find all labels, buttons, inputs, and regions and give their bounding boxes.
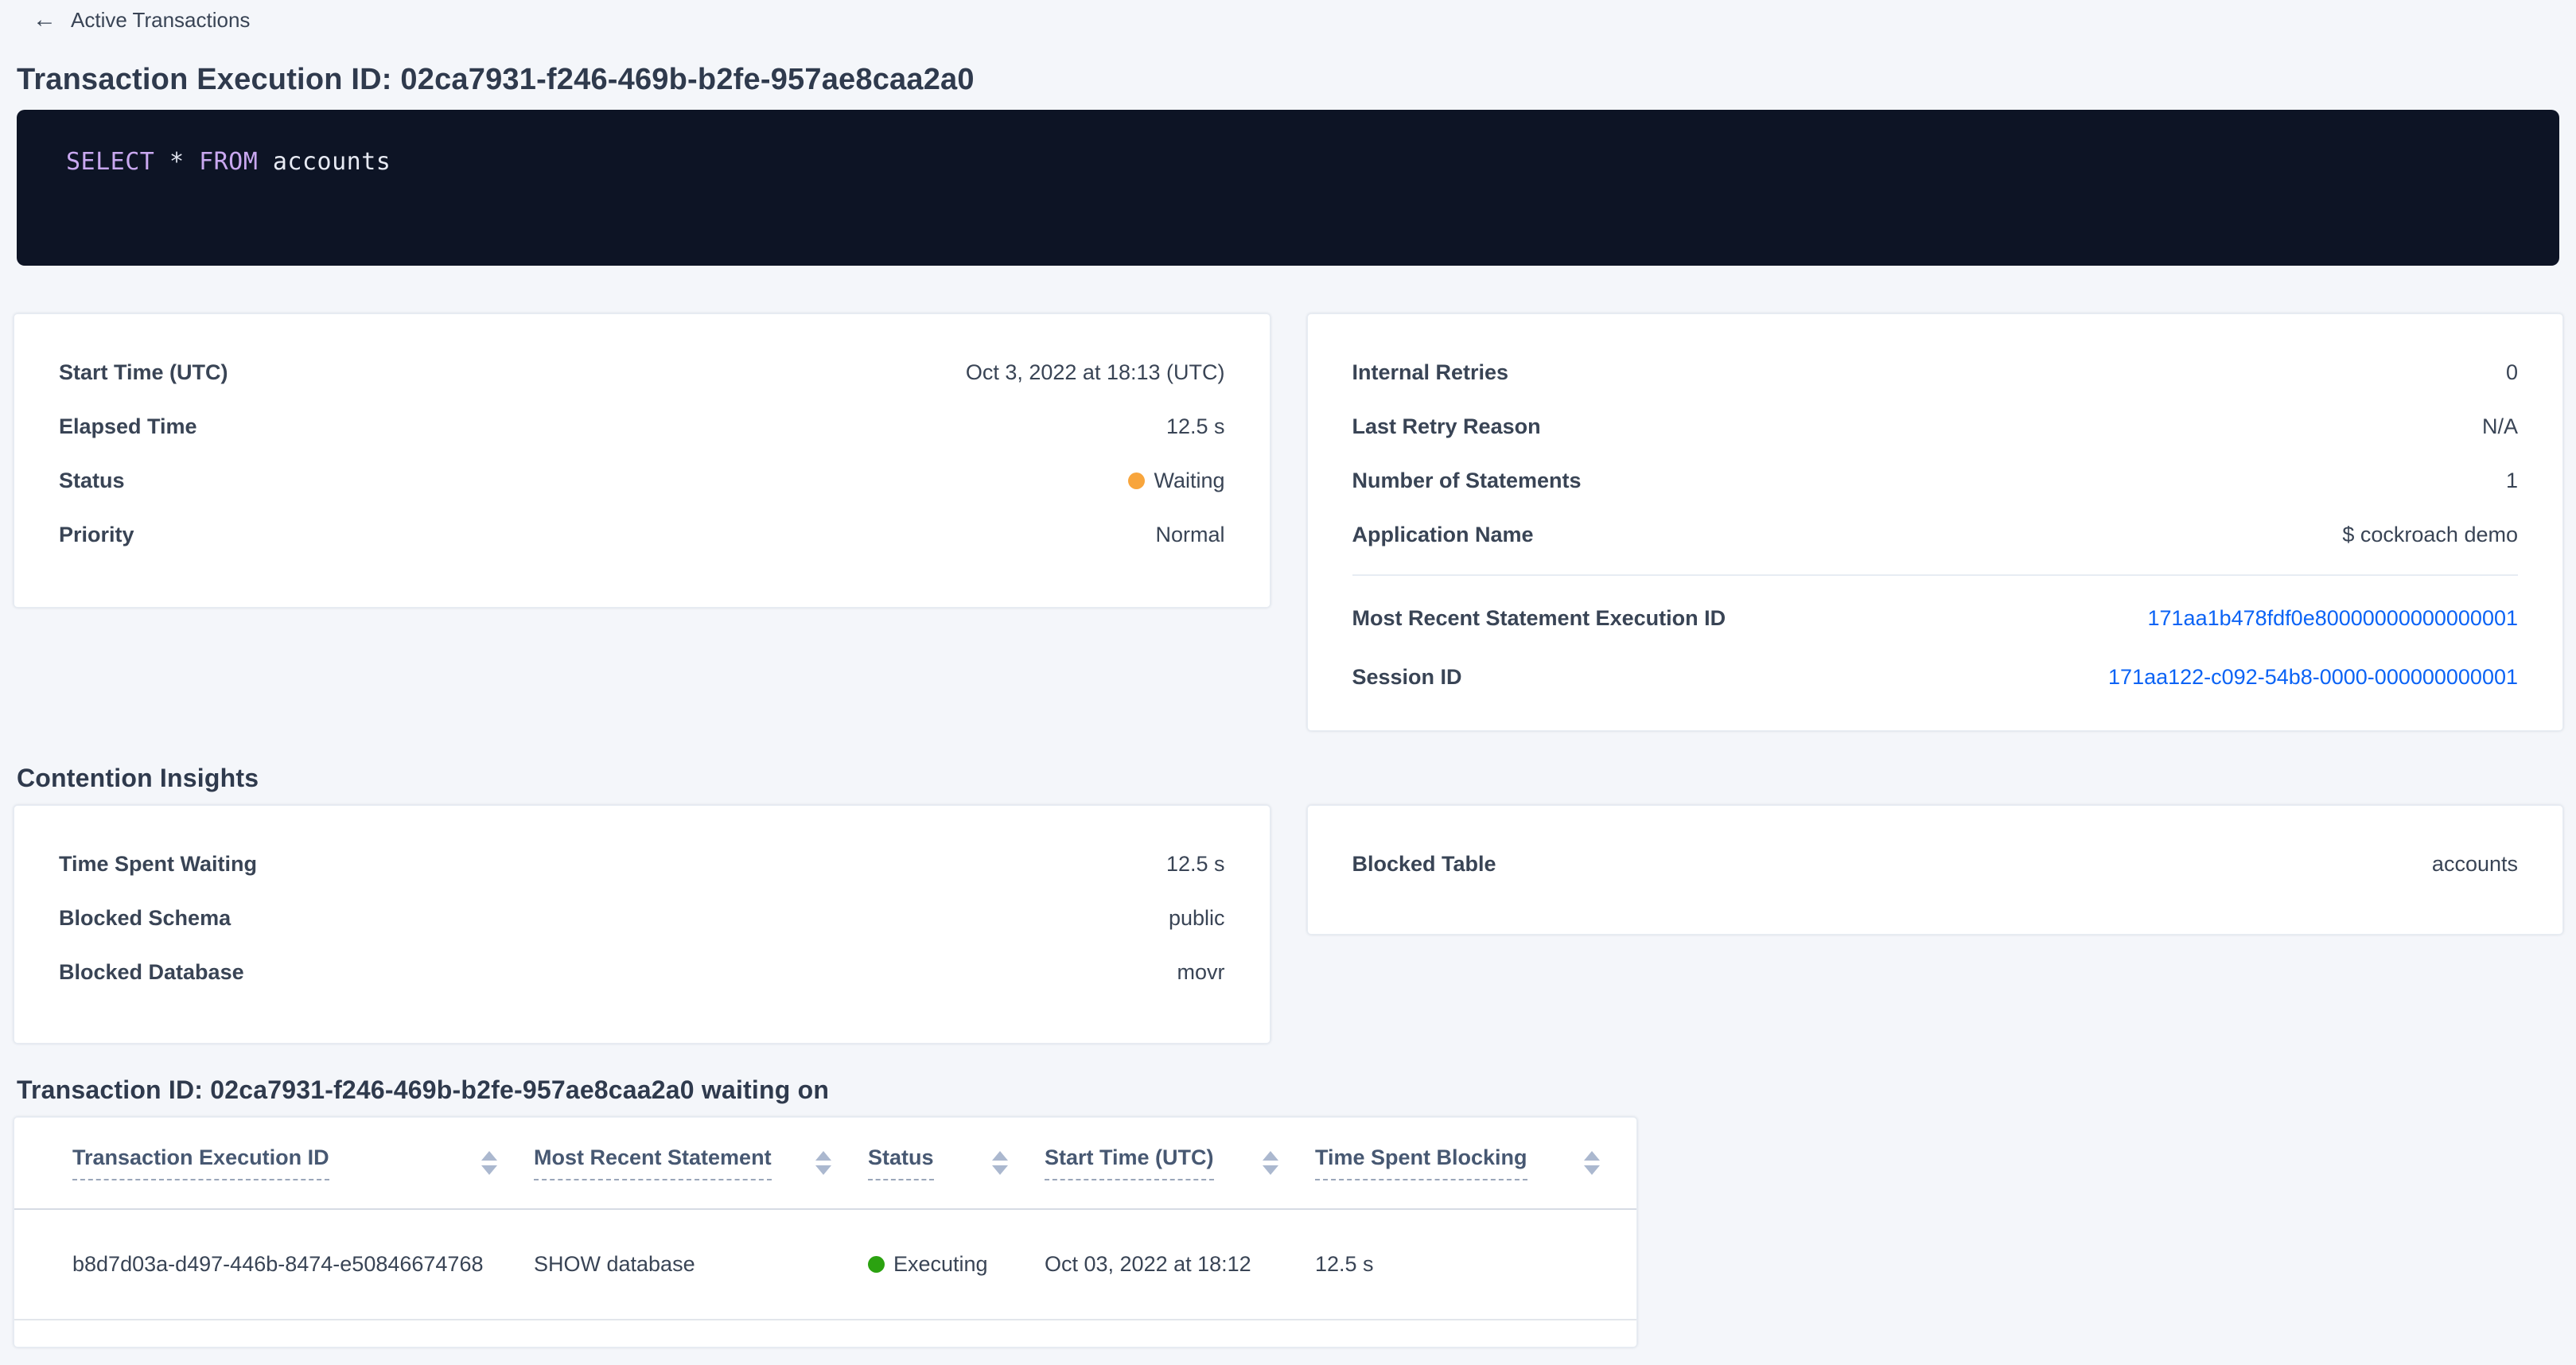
time-spent-waiting-label: Time Spent Waiting xyxy=(59,852,257,877)
blocked-schema-label: Blocked Schema xyxy=(59,906,231,931)
row-session-id: Session ID 171aa122-c092-54b8-0000-00000… xyxy=(1352,648,2519,706)
table-row: b8d7d03a-d497-446b-8474-e50846674768 SHO… xyxy=(14,1209,1636,1320)
sql-star-operator: * xyxy=(169,148,185,176)
row-blocked-table: Blocked Table accounts xyxy=(1352,837,2519,891)
sql-keyword-select: SELECT xyxy=(66,148,154,176)
contention-right-card: Blocked Table accounts xyxy=(1307,805,2564,935)
cell-status-value: Executing xyxy=(893,1252,988,1277)
transaction-details-card: Internal Retries 0 Last Retry Reason N/A… xyxy=(1307,313,2564,731)
summary-cards-row: Start Time (UTC) Oct 3, 2022 at 18:13 (U… xyxy=(14,313,2563,731)
last-retry-reason-value: N/A xyxy=(2482,414,2518,439)
session-id-label: Session ID xyxy=(1352,665,1462,690)
waiting-on-table: Transaction Execution ID Most Recent Sta… xyxy=(14,1118,1636,1320)
blocked-database-label: Blocked Database xyxy=(59,960,244,985)
page-title: Transaction Execution ID: 02ca7931-f246-… xyxy=(17,62,2563,97)
status-badge: Waiting xyxy=(1128,469,1224,493)
row-application-name: Application Name $ cockroach demo xyxy=(1352,508,2519,562)
row-blocked-database: Blocked Database movr xyxy=(59,945,1225,999)
row-most-recent-statement-execution-id: Most Recent Statement Execution ID 171aa… xyxy=(1352,589,2519,648)
waiting-status-dot-icon xyxy=(1128,472,1145,489)
number-of-statements-label: Number of Statements xyxy=(1352,469,1582,493)
session-id-link[interactable]: 171aa122-c092-54b8-0000-000000000001 xyxy=(2108,665,2518,690)
last-retry-reason-label: Last Retry Reason xyxy=(1352,414,1541,439)
col-header-start-time[interactable]: Start Time (UTC) xyxy=(1045,1118,1315,1209)
row-blocked-schema: Blocked Schema public xyxy=(59,891,1225,945)
contention-left-card: Time Spent Waiting 12.5 s Blocked Schema… xyxy=(14,805,1270,1044)
row-start-time: Start Time (UTC) Oct 3, 2022 at 18:13 (U… xyxy=(59,345,1225,399)
back-arrow-icon: ← xyxy=(33,8,56,32)
application-name-value: $ cockroach demo xyxy=(2342,523,2518,547)
blocked-schema-value: public xyxy=(1169,906,1225,931)
cell-transaction-execution-id: b8d7d03a-d497-446b-8474-e50846674768 xyxy=(14,1209,534,1320)
application-name-label: Application Name xyxy=(1352,523,1534,547)
card-divider xyxy=(1352,574,2519,576)
blocked-table-label: Blocked Table xyxy=(1352,852,1496,877)
status-label: Status xyxy=(59,469,125,493)
time-spent-waiting-value: 12.5 s xyxy=(1166,852,1225,877)
executing-status-dot-icon xyxy=(868,1256,885,1273)
sort-icon[interactable] xyxy=(1584,1151,1600,1175)
elapsed-time-label: Elapsed Time xyxy=(59,414,197,439)
row-last-retry-reason: Last Retry Reason N/A xyxy=(1352,399,2519,453)
cell-time-spent-blocking: 12.5 s xyxy=(1315,1209,1636,1320)
internal-retries-value: 0 xyxy=(2506,360,2518,385)
contention-insights-heading: Contention Insights xyxy=(17,762,2563,794)
row-status: Status Waiting xyxy=(59,453,1225,508)
sort-icon[interactable] xyxy=(1263,1151,1278,1175)
col-label-most-recent-statement: Most Recent Statement xyxy=(534,1145,772,1180)
sort-icon[interactable] xyxy=(481,1151,497,1175)
waiting-on-heading: Transaction ID: 02ca7931-f246-469b-b2fe-… xyxy=(17,1074,2563,1106)
statement-execution-id-link[interactable]: 171aa1b478fdf0e80000000000000001 xyxy=(2148,606,2519,631)
col-header-most-recent-statement[interactable]: Most Recent Statement xyxy=(534,1118,868,1209)
sql-keyword-from: FROM xyxy=(199,148,258,176)
sort-icon[interactable] xyxy=(815,1151,831,1175)
col-label-transaction-execution-id: Transaction Execution ID xyxy=(72,1145,329,1180)
row-priority: Priority Normal xyxy=(59,508,1225,562)
cell-start-time: Oct 03, 2022 at 18:12 xyxy=(1045,1209,1315,1320)
col-header-transaction-execution-id[interactable]: Transaction Execution ID xyxy=(14,1118,534,1209)
transaction-summary-card: Start Time (UTC) Oct 3, 2022 at 18:13 (U… xyxy=(14,313,1270,608)
col-header-time-spent-blocking[interactable]: Time Spent Blocking xyxy=(1315,1118,1636,1209)
status-value: Waiting xyxy=(1154,469,1224,493)
internal-retries-label: Internal Retries xyxy=(1352,360,1509,385)
col-label-status: Status xyxy=(868,1145,934,1180)
table-header-row: Transaction Execution ID Most Recent Sta… xyxy=(14,1118,1636,1209)
priority-label: Priority xyxy=(59,523,134,547)
start-time-label: Start Time (UTC) xyxy=(59,360,228,385)
back-label: Active Transactions xyxy=(71,8,250,33)
number-of-statements-value: 1 xyxy=(2506,469,2518,493)
col-header-status[interactable]: Status xyxy=(868,1118,1045,1209)
waiting-on-table-card: Transaction Execution ID Most Recent Sta… xyxy=(14,1117,1637,1348)
cell-status: Executing xyxy=(868,1209,1045,1320)
sql-statement-box: SELECT * FROM accounts xyxy=(17,110,2559,266)
row-internal-retries: Internal Retries 0 xyxy=(1352,345,2519,399)
elapsed-time-value: 12.5 s xyxy=(1166,414,1225,439)
start-time-value: Oct 3, 2022 at 18:13 (UTC) xyxy=(966,360,1225,385)
priority-value: Normal xyxy=(1155,523,1224,547)
row-time-spent-waiting: Time Spent Waiting 12.5 s xyxy=(59,837,1225,891)
col-label-start-time: Start Time (UTC) xyxy=(1045,1145,1214,1180)
col-label-time-spent-blocking: Time Spent Blocking xyxy=(1315,1145,1527,1180)
sort-icon[interactable] xyxy=(992,1151,1008,1175)
statement-execution-id-label: Most Recent Statement Execution ID xyxy=(1352,606,1726,631)
cell-most-recent-statement: SHOW database xyxy=(534,1209,868,1320)
contention-cards-row: Time Spent Waiting 12.5 s Blocked Schema… xyxy=(14,805,2563,1044)
blocked-database-value: movr xyxy=(1177,960,1225,985)
back-link[interactable]: ← Active Transactions xyxy=(33,6,2563,33)
row-elapsed-time: Elapsed Time 12.5 s xyxy=(59,399,1225,453)
blocked-table-value: accounts xyxy=(2432,852,2518,877)
sql-statement: SELECT * FROM accounts xyxy=(66,148,391,176)
sql-table-identifier: accounts xyxy=(273,148,391,176)
row-number-of-statements: Number of Statements 1 xyxy=(1352,453,2519,508)
